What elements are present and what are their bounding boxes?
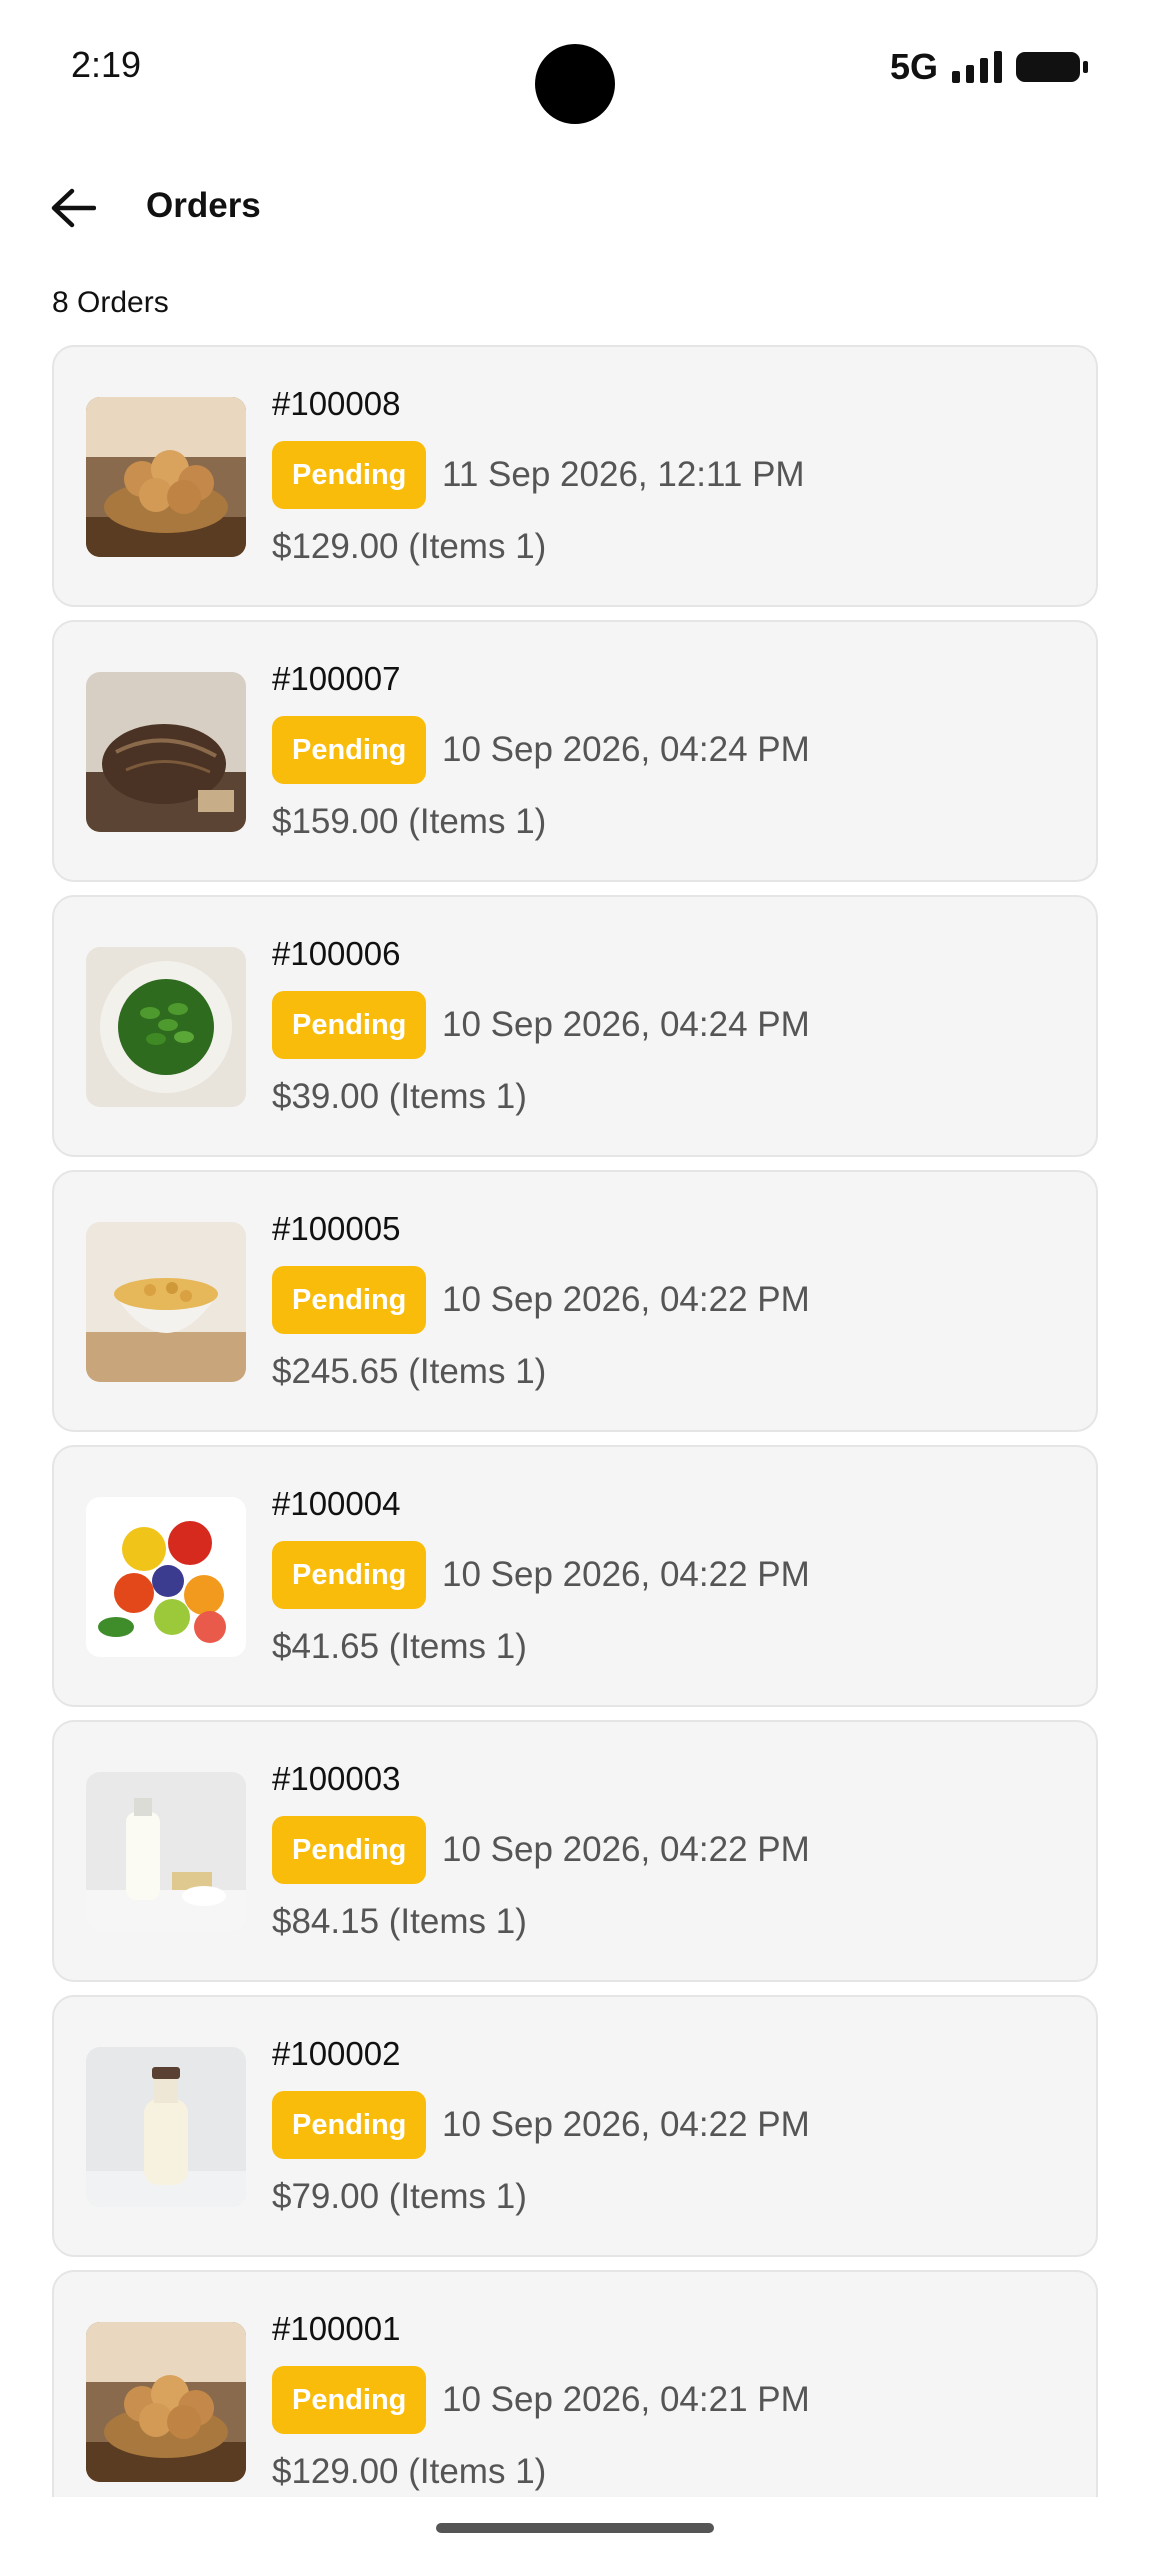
- order-card[interactable]: #100007 Pending 10 Sep 2026, 04:24 PM $159.…: [52, 620, 1098, 882]
- order-card[interactable]: #100003 Pending 10 Sep 2026, 04:22 PM $84.1…: [52, 1720, 1098, 1982]
- app-bar: Orders: [0, 160, 1150, 256]
- order-date: 10 Sep 2026, 04:24 PM: [442, 730, 810, 769]
- status-badge: Pending: [272, 716, 427, 784]
- order-thumbnail: [86, 1497, 246, 1657]
- order-card[interactable]: #100004 Pending 10 Sep 2026, 04:22 PM $41.6…: [52, 1445, 1098, 1707]
- order-price: $41.65 (Items 1): [272, 1627, 527, 1666]
- page-title: Orders: [146, 186, 261, 225]
- order-id: #100005: [272, 1210, 401, 1247]
- order-price: $159.00 (Items 1): [272, 802, 547, 841]
- arrow-left-icon: [51, 188, 96, 228]
- order-date: 10 Sep 2026, 04:22 PM: [442, 1555, 810, 1594]
- network-label: 5G: [889, 46, 938, 87]
- order-card[interactable]: #100002 Pending 10 Sep 2026, 04:22 PM $79.0…: [52, 1995, 1098, 2257]
- order-price: $245.65 (Items 1): [272, 1352, 547, 1391]
- status-badge: Pending: [272, 2366, 427, 2434]
- order-card[interactable]: #100005 Pending 10 Sep 2026, 04:22 PM $245.…: [52, 1170, 1098, 1432]
- order-id: #100002: [272, 2035, 401, 2072]
- order-card[interactable]: #100006 Pending 10 Sep 2026, 04:24 PM $39.0…: [52, 895, 1098, 1157]
- order-date: 11 Sep 2026, 12:11 PM: [442, 455, 805, 494]
- order-price: $129.00 (Items 1): [272, 2452, 547, 2491]
- status-badge: Pending: [272, 1541, 427, 1609]
- order-card[interactable]: #100001 Pending 10 Sep 2026, 04:21 PM $129.…: [52, 2270, 1098, 2497]
- order-id: #100008: [272, 385, 401, 422]
- camera-cutout: [535, 44, 615, 124]
- order-thumbnail: [86, 1772, 246, 1932]
- order-id: #100006: [272, 935, 401, 972]
- order-id: #100007: [272, 660, 401, 697]
- order-date: 10 Sep 2026, 04:24 PM: [442, 1005, 810, 1044]
- order-thumbnail: [86, 2322, 246, 2482]
- order-thumbnail: [86, 672, 246, 832]
- order-date: 10 Sep 2026, 04:21 PM: [442, 2380, 810, 2419]
- order-id: #100003: [272, 1760, 401, 1797]
- order-date: 10 Sep 2026, 04:22 PM: [442, 2105, 810, 2144]
- status-icons: 5G: [889, 46, 1088, 88]
- battery-icon: [1016, 52, 1088, 82]
- order-thumbnail: [86, 397, 246, 557]
- order-id: #100004: [272, 1485, 401, 1522]
- status-badge: Pending: [272, 1266, 427, 1334]
- home-indicator[interactable]: [436, 2523, 714, 2533]
- status-badge: Pending: [272, 991, 427, 1059]
- status-badge: Pending: [272, 2091, 427, 2159]
- status-bar: 2:19 5G: [0, 0, 1150, 130]
- order-list: #100008 Pending 11 Sep 2026, 12:11 PM $129.…: [52, 345, 1098, 2497]
- order-card[interactable]: #100008 Pending 11 Sep 2026, 12:11 PM $129.…: [52, 345, 1098, 607]
- status-badge: Pending: [272, 1816, 427, 1884]
- order-thumbnail: [86, 2047, 246, 2207]
- order-date: 10 Sep 2026, 04:22 PM: [442, 1830, 810, 1869]
- order-price: $129.00 (Items 1): [272, 527, 547, 566]
- signal-icon: [952, 51, 1002, 83]
- order-thumbnail: [86, 947, 246, 1107]
- back-button[interactable]: [38, 178, 108, 238]
- order-date: 10 Sep 2026, 04:22 PM: [442, 1280, 810, 1319]
- order-price: $84.15 (Items 1): [272, 1902, 527, 1941]
- order-count: 8 Orders: [52, 286, 169, 319]
- order-price: $39.00 (Items 1): [272, 1077, 527, 1116]
- order-price: $79.00 (Items 1): [272, 2177, 527, 2216]
- order-id: #100001: [272, 2310, 401, 2347]
- status-time: 2:19: [71, 44, 142, 85]
- status-badge: Pending: [272, 441, 427, 509]
- order-thumbnail: [86, 1222, 246, 1382]
